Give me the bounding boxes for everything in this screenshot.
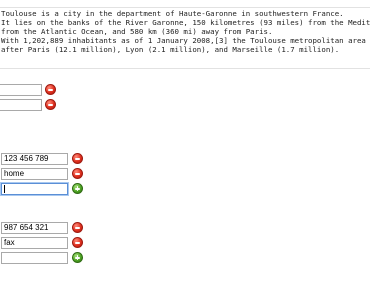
- group1-field-1[interactable]: [0, 84, 42, 96]
- minus-circle-icon: [75, 173, 80, 175]
- new-entry-field[interactable]: [1, 252, 68, 264]
- group1-field-2[interactable]: [0, 99, 42, 111]
- minus-circle-icon: [48, 104, 53, 106]
- description-line: With 1,202,889 inhabitants as of 1 Janua…: [1, 36, 370, 45]
- description-line: after Paris (12.1 million), Lyon (2.1 mi…: [1, 45, 340, 54]
- add-field-button[interactable]: [72, 183, 83, 194]
- remove-field-button[interactable]: [45, 99, 56, 110]
- phone-type-field[interactable]: home: [1, 168, 68, 180]
- description-line: It lies on the banks of the River Garonn…: [1, 18, 370, 27]
- phone-number-field[interactable]: 123 456 789: [1, 153, 68, 165]
- minus-circle-icon: [48, 89, 53, 91]
- remove-field-button[interactable]: [72, 222, 83, 233]
- description-textarea[interactable]: Toulouse is a city in the department of …: [0, 7, 370, 69]
- add-field-button[interactable]: [72, 252, 83, 263]
- remove-field-button[interactable]: [45, 84, 56, 95]
- minus-circle-icon: [75, 242, 80, 244]
- minus-circle-icon: [75, 227, 80, 229]
- new-entry-field[interactable]: [1, 183, 68, 195]
- remove-field-button[interactable]: [72, 237, 83, 248]
- phone-type-field[interactable]: fax: [1, 237, 68, 249]
- remove-field-button[interactable]: [72, 153, 83, 164]
- description-line: from the Atlantic Ocean, and 580 km (360…: [1, 27, 273, 36]
- phone-number-field[interactable]: 987 654 321: [1, 222, 68, 234]
- description-line: Toulouse is a city in the department of …: [1, 9, 344, 18]
- remove-field-button[interactable]: [72, 168, 83, 179]
- text-caret: [4, 184, 5, 193]
- minus-circle-icon: [75, 158, 80, 160]
